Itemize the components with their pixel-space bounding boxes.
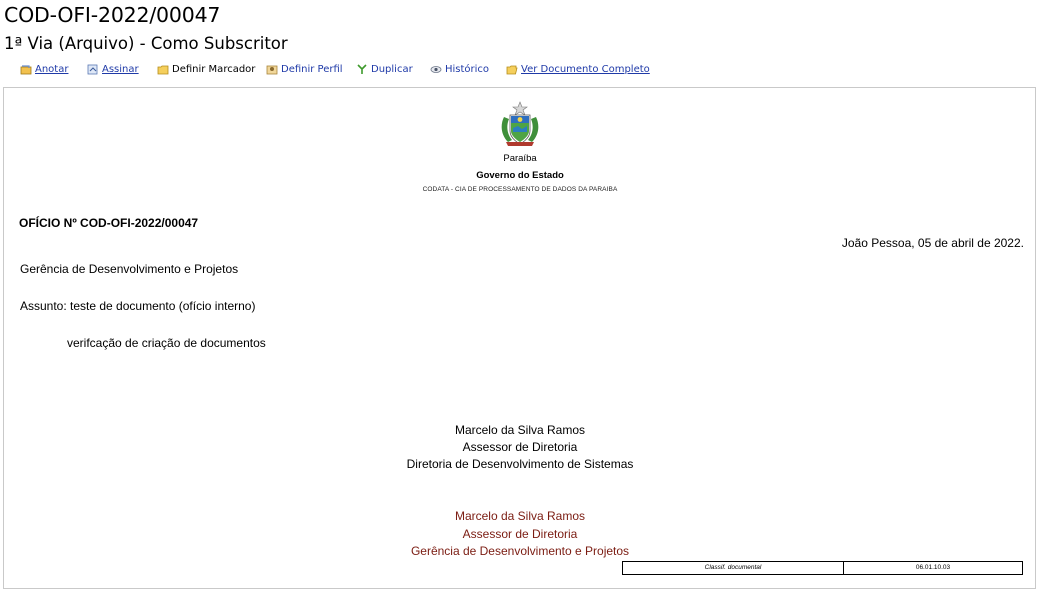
classification-value: 06.01.10.03: [915, 564, 951, 571]
duplicate-label: Duplicar: [371, 64, 413, 75]
letter-subject: Assunto: teste de documento (ofício inte…: [20, 299, 256, 313]
signature-2-name: Marcelo da Silva Ramos: [454, 509, 586, 523]
state-coat-of-arms: [496, 101, 544, 149]
signature-1-unit: Diretoria de Desenvolvimento de Sistemas: [406, 457, 634, 471]
classification-table: Classif. documental 06.01.10.03: [622, 561, 1023, 575]
document-id-title: COD-OFI-2022/00047: [4, 3, 221, 27]
sign-label: Assinar: [102, 64, 139, 75]
letter-recipient: Gerência de Desenvolvimento e Projetos: [20, 262, 239, 276]
annotate-button[interactable]: Anotar: [20, 64, 68, 75]
signature-1-name: Marcelo da Silva Ramos: [454, 423, 586, 437]
sign-button[interactable]: Assinar: [87, 64, 139, 75]
define-profile-button[interactable]: Definir Perfil: [266, 64, 343, 75]
history-eye-icon: [430, 64, 442, 75]
define-bookmark-button[interactable]: Definir Marcador: [157, 64, 255, 75]
profile-icon: [266, 64, 278, 75]
classification-label: Classif. documental: [623, 562, 844, 574]
sign-icon: [87, 64, 99, 75]
duplicate-icon: [356, 64, 368, 75]
history-label: Histórico: [445, 64, 490, 75]
annotate-label: Anotar: [35, 64, 69, 75]
folder-open-icon: [506, 64, 518, 75]
letter-date: João Pessoa, 05 de abril de 2022.: [841, 236, 1024, 250]
history-button[interactable]: Histórico: [430, 64, 489, 75]
document-subtitle: 1ª Via (Arquivo) - Como Subscritor: [4, 34, 288, 53]
duplicate-button[interactable]: Duplicar: [356, 64, 413, 75]
letter-number: OFÍCIO Nº COD-OFI-2022/00047: [19, 216, 199, 230]
letterhead-organization: CODATA - CIA DE PROCESSAMENTO DE DADOS D…: [422, 186, 618, 193]
signature-1-role: Assessor de Diretoria: [462, 440, 578, 454]
define-profile-label: Definir Perfil: [281, 64, 343, 75]
view-full-document-label: Ver Documento Completo: [521, 64, 650, 75]
define-bookmark-label: Definir Marcador: [172, 64, 256, 75]
signature-2-unit: Gerência de Desenvolvimento e Projetos: [410, 544, 630, 558]
letterhead-state: Paraíba: [503, 153, 537, 164]
letter-body: verifcação de criação de documentos: [67, 336, 266, 350]
letterhead-government: Governo do Estado: [476, 170, 564, 181]
signature-2-role: Assessor de Diretoria: [462, 527, 578, 541]
bookmark-folder-icon: [157, 64, 169, 75]
annotate-icon: [20, 64, 32, 75]
view-full-document-button[interactable]: Ver Documento Completo: [506, 64, 650, 75]
